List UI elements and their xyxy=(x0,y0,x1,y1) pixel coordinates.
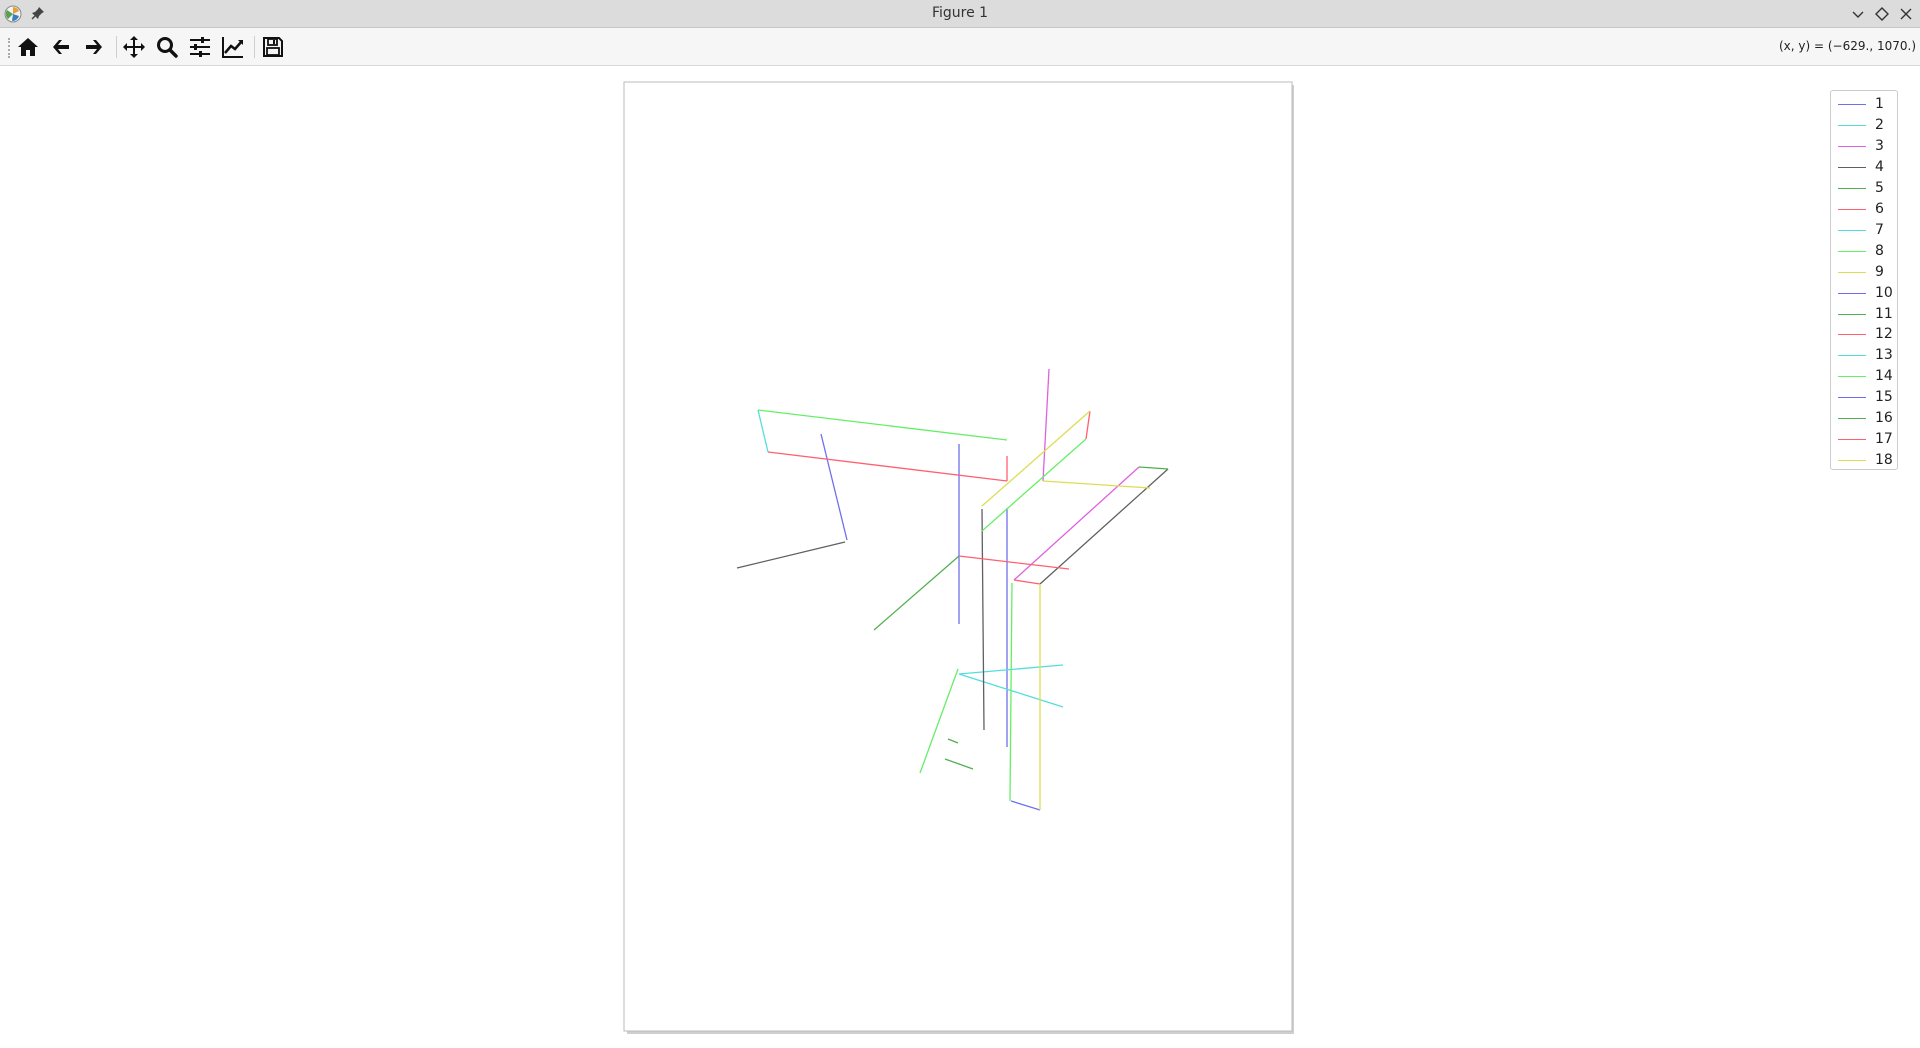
legend[interactable]: 1 2 3 4 5 6 7 8 9 10 11 12 13 14 15 16 17 18 xyxy=(1830,90,1898,470)
legend-swatch xyxy=(1838,208,1866,210)
legend-label: 12 xyxy=(1875,326,1893,343)
legend-label: 13 xyxy=(1875,347,1893,364)
sliders-icon xyxy=(190,37,210,57)
legend-label: 11 xyxy=(1875,305,1893,322)
close-icon[interactable] xyxy=(1898,6,1914,22)
legend-label: 10 xyxy=(1875,284,1893,301)
legend-swatch xyxy=(1838,104,1866,105)
legend-label: 1 xyxy=(1875,96,1884,112)
edit-curves-button[interactable] xyxy=(219,34,247,60)
legend-label: 2 xyxy=(1875,116,1884,133)
legend-entry: 4 xyxy=(1831,157,1897,178)
legend-entry: 10 xyxy=(1831,283,1897,304)
legend-entry: 8 xyxy=(1831,241,1897,262)
subplots-button[interactable] xyxy=(186,34,214,60)
legend-label: 5 xyxy=(1875,179,1884,196)
move-icon xyxy=(123,36,145,58)
toolbar-separator xyxy=(254,36,255,58)
legend-swatch xyxy=(1838,292,1866,294)
home-icon xyxy=(18,38,38,56)
legend-entry: 2 xyxy=(1831,115,1897,136)
legend-swatch xyxy=(1838,145,1866,147)
legend-swatch xyxy=(1838,271,1866,273)
legend-entry: 14 xyxy=(1831,366,1897,387)
legend-entry: 11 xyxy=(1831,304,1897,325)
toolbar-separator xyxy=(116,36,117,58)
plot-svg[interactable] xyxy=(0,66,1920,1048)
floppy-disk-icon xyxy=(263,37,283,57)
legend-entry: 16 xyxy=(1831,408,1897,429)
legend-swatch xyxy=(1838,250,1866,252)
legend-swatch xyxy=(1838,187,1866,189)
legend-entry: 3 xyxy=(1831,136,1897,157)
figure-canvas[interactable]: 1 2 3 4 5 6 7 8 9 10 11 12 13 14 15 16 17 18 xyxy=(0,66,1920,1048)
zoom-button[interactable] xyxy=(153,34,181,60)
legend-swatch xyxy=(1838,439,1866,441)
legend-label: 14 xyxy=(1875,368,1893,385)
legend-swatch xyxy=(1838,355,1866,357)
toolbar: (x, y) = (−629., 1070.) xyxy=(0,28,1920,66)
legend-swatch xyxy=(1838,376,1866,378)
legend-swatch xyxy=(1838,334,1866,336)
toolbar-grip[interactable] xyxy=(8,38,12,58)
legend-swatch xyxy=(1838,460,1866,462)
legend-swatch xyxy=(1838,313,1866,315)
legend-entry: 7 xyxy=(1831,220,1897,241)
arrow-left-icon xyxy=(53,40,69,54)
legend-swatch xyxy=(1838,418,1866,420)
legend-label: 17 xyxy=(1875,431,1893,448)
home-button[interactable] xyxy=(14,34,42,60)
back-button[interactable] xyxy=(47,34,75,60)
legend-label: 18 xyxy=(1875,452,1893,469)
legend-entry: 15 xyxy=(1831,387,1897,408)
legend-entry: 6 xyxy=(1831,199,1897,220)
arrow-right-icon xyxy=(86,40,102,54)
minimize-icon[interactable] xyxy=(1850,6,1866,22)
legend-entry: 1 xyxy=(1831,94,1897,115)
legend-entry: 12 xyxy=(1831,324,1897,345)
maximize-icon[interactable] xyxy=(1874,6,1890,22)
legend-entry: 5 xyxy=(1831,178,1897,199)
legend-label: 3 xyxy=(1875,137,1884,154)
legend-entry: 13 xyxy=(1831,345,1897,366)
line-chart-icon xyxy=(222,37,243,58)
legend-label: 15 xyxy=(1875,389,1893,406)
title-bar: Figure 1 xyxy=(0,0,1920,28)
legend-entry: 17 xyxy=(1831,429,1897,450)
legend-entry: 9 xyxy=(1831,262,1897,283)
magnifier-icon xyxy=(157,37,178,58)
legend-swatch xyxy=(1838,397,1866,399)
legend-label: 7 xyxy=(1875,221,1884,238)
legend-label: 4 xyxy=(1875,158,1884,175)
legend-label: 8 xyxy=(1875,242,1884,259)
legend-swatch xyxy=(1838,124,1866,126)
coordinate-readout: (x, y) = (−629., 1070.) xyxy=(1779,39,1916,53)
legend-label: 6 xyxy=(1875,200,1884,217)
legend-label: 9 xyxy=(1875,263,1884,280)
legend-swatch xyxy=(1838,229,1866,231)
pan-button[interactable] xyxy=(120,34,148,60)
legend-entry: 18 xyxy=(1831,450,1897,471)
legend-label: 16 xyxy=(1875,410,1893,427)
forward-button[interactable] xyxy=(80,34,108,60)
save-button[interactable] xyxy=(259,34,287,60)
legend-swatch xyxy=(1838,166,1866,168)
window-title: Figure 1 xyxy=(931,5,989,21)
